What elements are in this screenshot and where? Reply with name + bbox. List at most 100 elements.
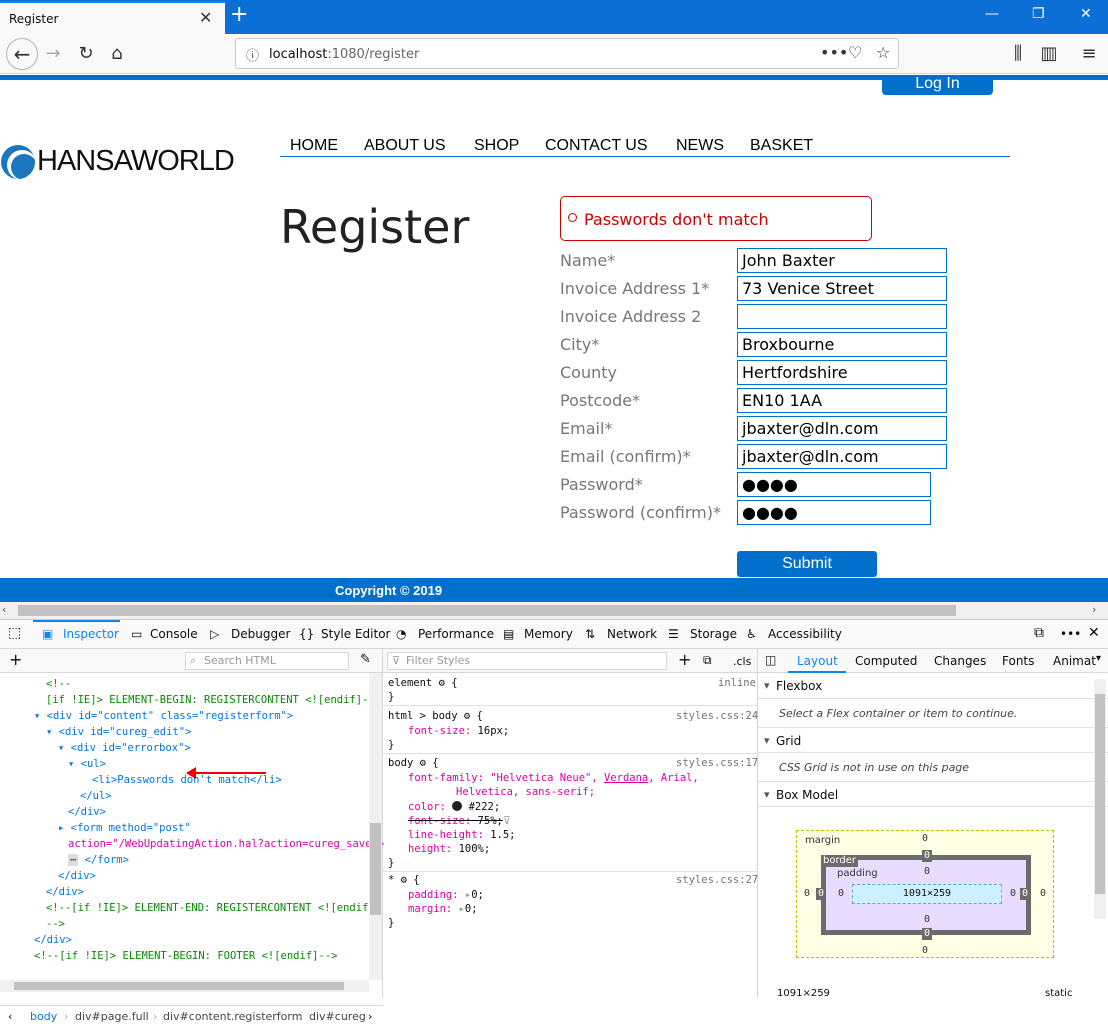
tabs-overflow-icon[interactable]: ▾: [1096, 653, 1101, 664]
tab-changes[interactable]: Changes: [934, 654, 986, 668]
tab-layout[interactable]: Layout: [797, 654, 838, 668]
scrollbar-thumb[interactable]: [370, 823, 381, 915]
border-right-value[interactable]: 0: [1020, 888, 1031, 900]
rule-declaration[interactable]: height: 100%;: [408, 842, 490, 856]
home-icon[interactable]: ⌂: [105, 42, 129, 66]
close-window-icon[interactable]: ✕: [1080, 6, 1092, 22]
breadcrumb-forward-icon[interactable]: ›: [368, 1010, 372, 1023]
breadcrumb-page[interactable]: div#page.full: [75, 1010, 149, 1023]
tab-computed[interactable]: Computed: [855, 654, 917, 668]
rule-declaration[interactable]: font-size: 16px;: [408, 724, 509, 738]
color-swatch-icon[interactable]: [452, 801, 463, 811]
page-horizontal-scrollbar[interactable]: ‹ ›: [0, 602, 1108, 619]
scrollbar-thumb[interactable]: [1095, 694, 1105, 894]
url-bar[interactable]: ⓘ localhost:1080/register ••• ♡ ☆: [235, 38, 899, 69]
markup-line[interactable]: <!--[if !IE]> ELEMENT-END: REGISTERCONTE…: [46, 900, 375, 916]
border-top-value[interactable]: 0: [922, 850, 933, 862]
back-icon[interactable]: ←: [6, 38, 38, 70]
postcode-field[interactable]: EN10 1AA: [737, 388, 947, 413]
collapsed-node-icon[interactable]: ⋯: [68, 854, 79, 866]
rule-declaration[interactable]: padding: ▸0;: [408, 888, 484, 902]
padding-top-value[interactable]: 0: [924, 866, 930, 877]
restore-icon[interactable]: ❐: [1032, 6, 1045, 22]
toggle-pseudo-icon[interactable]: ⧉: [703, 653, 712, 668]
scrollbar-thumb[interactable]: [14, 982, 344, 990]
padding-left-value[interactable]: 0: [838, 888, 844, 899]
markup-line[interactable]: ▾ <div id="cureg_edit">: [46, 724, 191, 740]
nav-home[interactable]: HOME: [290, 137, 338, 155]
scroll-right-icon[interactable]: ›: [1092, 603, 1096, 616]
sidebar-icon[interactable]: ▥: [1037, 42, 1061, 66]
more-options-icon[interactable]: •••: [1060, 627, 1081, 641]
margin-left-value[interactable]: 0: [804, 888, 810, 899]
close-tab-icon[interactable]: ✕: [199, 8, 212, 27]
nav-about-us[interactable]: ABOUT US: [364, 137, 446, 155]
grid-section-header[interactable]: Grid: [758, 727, 1108, 754]
scrollbar-thumb[interactable]: [18, 605, 956, 616]
nav-shop[interactable]: SHOP: [474, 137, 519, 155]
invoice-address-2-field[interactable]: [737, 304, 947, 329]
minimize-icon[interactable]: —: [985, 6, 999, 22]
markup-line[interactable]: </div>: [46, 884, 84, 900]
filter-styles-input[interactable]: ⊽ Filter Styles: [387, 652, 667, 670]
search-html-input[interactable]: ⌕ Search HTML: [185, 652, 349, 670]
border-left-value[interactable]: 0: [816, 888, 827, 900]
markup-line[interactable]: -->: [46, 916, 65, 932]
tab-network[interactable]: Network: [607, 627, 657, 641]
margin-top-value[interactable]: 0: [922, 833, 928, 844]
dock-icon[interactable]: ⧉: [1034, 625, 1044, 641]
login-button[interactable]: Log In: [882, 75, 993, 95]
markup-line[interactable]: </div>: [58, 868, 96, 884]
tab-storage[interactable]: Storage: [690, 627, 737, 641]
city-field[interactable]: Broxbourne: [737, 332, 947, 357]
breadcrumb-cureg[interactable]: div#cureg: [309, 1010, 366, 1023]
new-tab-icon[interactable]: +: [230, 4, 248, 26]
info-icon[interactable]: ⓘ: [246, 45, 259, 64]
boxmodel-section-header[interactable]: Box Model: [758, 781, 1108, 808]
rule-declaration[interactable]: margin: ▸0;: [408, 902, 478, 916]
eyedropper-icon[interactable]: ✎: [360, 652, 371, 667]
submit-button[interactable]: Submit: [737, 551, 877, 577]
markup-line[interactable]: </div>: [68, 804, 106, 820]
name-field[interactable]: John Baxter: [737, 248, 947, 273]
markup-line[interactable]: action="/WebUpdatingAction.hal?action=cu…: [68, 836, 384, 852]
tab-animations[interactable]: Animat: [1053, 654, 1096, 668]
password-field[interactable]: ●●●●: [737, 472, 931, 497]
reload-icon[interactable]: ↻: [74, 42, 98, 66]
nav-basket[interactable]: BASKET: [750, 137, 813, 155]
markup-line[interactable]: ▾ <div id="content" class="registerform"…: [34, 708, 293, 724]
tab-memory[interactable]: Memory: [524, 627, 573, 641]
markup-horizontal-scrollbar[interactable]: [0, 980, 369, 992]
rule-source[interactable]: styles.css:24: [676, 709, 758, 723]
padding-bottom-value[interactable]: 0: [924, 914, 930, 925]
toggle-sidebar-icon[interactable]: ◫: [765, 653, 776, 667]
bookmark-star-icon[interactable]: ☆: [876, 43, 890, 62]
rule-declaration-overridden[interactable]: font-size: 75%;: [408, 814, 503, 828]
overridden-filter-icon[interactable]: ⊽: [503, 814, 511, 828]
padding-right-value[interactable]: 0: [1010, 888, 1016, 899]
markup-line[interactable]: ▾ <ul>: [68, 756, 106, 772]
breadcrumb-back-icon[interactable]: ‹: [8, 1010, 12, 1023]
pocket-icon[interactable]: ♡: [848, 43, 862, 62]
email-field[interactable]: jbaxter@dln.com: [737, 416, 947, 441]
tab-performance[interactable]: Performance: [418, 627, 494, 641]
tab-debugger[interactable]: Debugger: [231, 627, 290, 641]
markup-line[interactable]: [if !IE]> ELEMENT-BEGIN: REGISTERCONTENT…: [46, 692, 381, 708]
browser-tab[interactable]: Register ✕: [0, 1, 225, 34]
add-rule-icon[interactable]: +: [678, 650, 691, 669]
rule-source[interactable]: styles.css:27: [676, 873, 758, 887]
margin-right-value[interactable]: 0: [1040, 888, 1046, 899]
nav-news[interactable]: NEWS: [676, 137, 724, 155]
rule-declaration[interactable]: line-height: 1.5;: [408, 828, 515, 842]
rule-source[interactable]: styles.css:17: [676, 756, 758, 770]
tab-fonts[interactable]: Fonts: [1002, 654, 1034, 668]
breadcrumb-content[interactable]: div#content.registerform: [163, 1010, 302, 1023]
scroll-left-icon[interactable]: ‹: [2, 603, 6, 616]
page-actions-icon[interactable]: •••: [820, 43, 848, 62]
add-node-icon[interactable]: +: [9, 650, 22, 669]
margin-bottom-value[interactable]: 0: [922, 945, 928, 956]
tab-accessibility[interactable]: Accessibility: [768, 627, 842, 641]
tab-style-editor[interactable]: Style Editor: [321, 627, 390, 641]
markup-line[interactable]: </ul>: [80, 788, 112, 804]
element-picker-icon[interactable]: ⬚: [8, 625, 21, 641]
